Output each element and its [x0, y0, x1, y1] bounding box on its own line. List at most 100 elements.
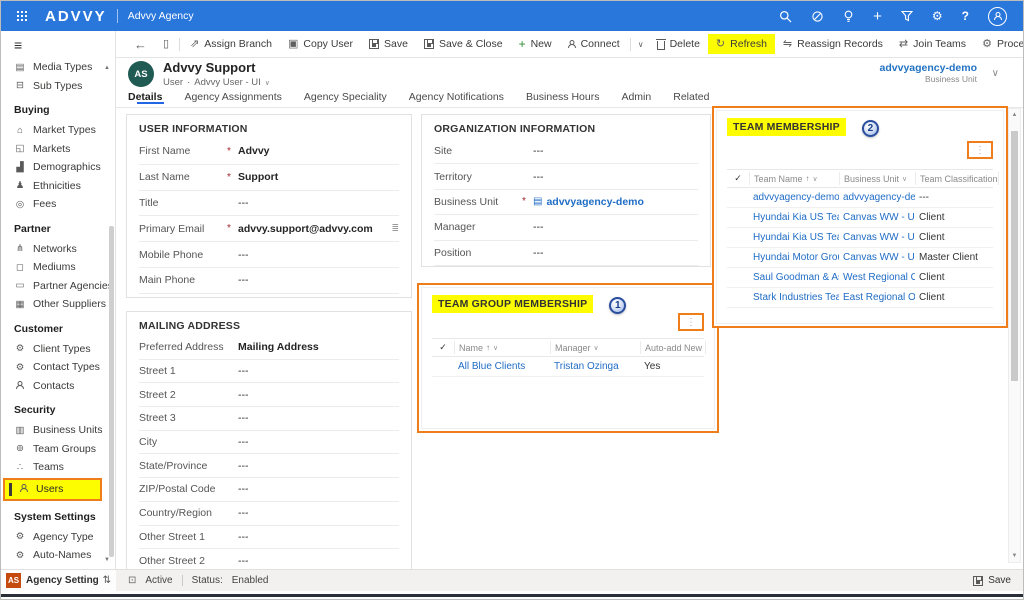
select-all-check-icon[interactable]: ✓ [727, 173, 749, 184]
tab-business-hours[interactable]: Business Hours [515, 91, 611, 103]
lightbulb-icon[interactable] [843, 10, 854, 23]
business-unit-link[interactable]: Canvas WW - US Eas [839, 252, 915, 263]
sidebar-item-contacts[interactable]: Contacts [1, 377, 115, 396]
header-collapse-chevron-icon[interactable]: ∨ [992, 68, 999, 79]
process-button[interactable]: ⚙Process∨ [974, 34, 1024, 54]
reassign-records-button[interactable]: ⇋Reassign Records [775, 34, 891, 54]
sidebar-scrollbar[interactable] [109, 226, 114, 557]
scrollbar-down-icon[interactable]: ▼ [1009, 553, 1020, 559]
column-header-business-unit[interactable]: Business Unit∨ [839, 172, 915, 185]
tab-agency-assignments[interactable]: Agency Assignments [173, 91, 292, 103]
section-title: USER INFORMATION [127, 115, 411, 139]
brand-logo[interactable]: ADVVY [45, 8, 107, 25]
table-row: All Blue Clients Tristan Ozinga Yes [432, 357, 704, 377]
hamburger-menu-icon[interactable]: ≡ [1, 31, 115, 58]
sub-types-icon: ⊟ [14, 81, 26, 91]
settings-gear-icon[interactable]: ⚙ [932, 10, 943, 22]
search-icon[interactable] [779, 10, 792, 23]
sidebar-item-team-groups[interactable]: ⊚Team Groups [1, 440, 115, 459]
area-switcher-updown-icon[interactable]: ⇅ [103, 575, 111, 586]
team-link[interactable]: Hyundai Kia US Team - E [749, 212, 839, 223]
team-link[interactable]: Saul Goodman & Associa [749, 272, 839, 283]
delete-button[interactable]: Delete [649, 34, 708, 54]
app-launcher-waffle-icon[interactable] [17, 11, 27, 21]
sidebar-item-agency-type[interactable]: ⚙Agency Type [1, 528, 115, 547]
business-unit-link[interactable]: advvyagency-demo [880, 62, 977, 74]
business-unit-link[interactable]: Canvas WW - US We [839, 232, 915, 243]
business-unit-link[interactable]: Canvas WW - US Eas [839, 212, 915, 223]
expand-icon[interactable]: ⊡ [128, 575, 136, 586]
sidebar-item-teams[interactable]: ∴Teams [1, 458, 115, 477]
sidebar-item-partner-agencies[interactable]: ▭Partner Agencies [1, 277, 115, 296]
tab-admin[interactable]: Admin [610, 91, 662, 103]
save-and-close-button[interactable]: Save & Close [416, 34, 511, 54]
business-unit-link[interactable]: West Regional Office [839, 272, 915, 283]
team-link[interactable]: Stark Industries Team [749, 292, 839, 303]
column-header-auto-add[interactable]: Auto-add New ...∨ [640, 341, 706, 354]
manager-link[interactable]: Tristan Ozinga [550, 361, 640, 372]
tab-details[interactable]: Details [128, 91, 173, 103]
scrollbar-up-icon[interactable]: ▲ [1009, 112, 1020, 118]
sidebar-item-networks[interactable]: ⋔Networks [1, 240, 115, 259]
new-button[interactable]: +New [511, 34, 560, 54]
connect-button[interactable]: Connect [560, 34, 628, 54]
team-link[interactable]: Hyundai Motor Group Te [749, 252, 839, 263]
sidebar-item-market-types[interactable]: ⌂Market Types [1, 121, 115, 140]
sidebar-item-sub-types[interactable]: ⊟Sub Types [1, 77, 115, 96]
quick-create-plus-icon[interactable]: + [873, 9, 882, 24]
sidebar-item-client-types[interactable]: ⚙Client Types [1, 340, 115, 359]
sidebar-item-fees[interactable]: ◎Fees [1, 195, 115, 214]
sidebar-scroll-down-icon[interactable]: ▼ [104, 557, 110, 563]
user-avatar[interactable] [988, 7, 1007, 26]
team-link[interactable]: Hyundai Kia US Team - W [749, 232, 839, 243]
column-header-team-classification[interactable]: Team Classification∨ [915, 172, 999, 185]
copy-user-button[interactable]: ▣Copy User [280, 34, 361, 54]
statusbar-save-button[interactable]: Save [973, 575, 1011, 586]
field-mobile-phone: Mobile Phone--- [139, 242, 399, 268]
help-icon[interactable]: ? [962, 10, 969, 22]
refresh-button[interactable]: ↻Refresh [708, 34, 775, 54]
form-selector[interactable]: Advvy User - UI [194, 77, 261, 88]
sidebar-scroll-up-icon[interactable]: ▲ [104, 65, 110, 71]
sidebar-item-contact-types[interactable]: ⚙Contact Types [1, 358, 115, 377]
save-button[interactable]: Save [361, 34, 416, 54]
select-all-check-icon[interactable]: ✓ [432, 342, 454, 353]
sidebar-item-demographics[interactable]: ▟Demographics [1, 158, 115, 177]
tab-related[interactable]: Related [662, 91, 720, 103]
back-button[interactable]: ← [126, 34, 155, 55]
form-selector-chevron-icon[interactable]: ∨ [265, 79, 270, 87]
filter-funnel-icon[interactable] [901, 10, 913, 22]
sidebar-item-media-types[interactable]: ▤Media Types [1, 58, 115, 77]
grid-overflow-icon[interactable]: ⋮ [975, 145, 985, 156]
sidebar-item-ethnicities[interactable]: ♟Ethnicities [1, 177, 115, 196]
team-group-link[interactable]: All Blue Clients [454, 361, 550, 372]
sidebar-item-business-units[interactable]: ▥Business Units [1, 421, 115, 440]
form-selector-button[interactable]: ▯ [155, 35, 177, 54]
sidebar-item-other-suppliers[interactable]: ▦Other Suppliers [1, 295, 115, 314]
field-country-region: Country/Region--- [139, 502, 399, 526]
tab-agency-notifications[interactable]: Agency Notifications [398, 91, 515, 103]
column-header-name[interactable]: Name↑∨ [454, 341, 550, 354]
area-switcher[interactable]: AS Agency Settings ⇅ [1, 569, 116, 591]
commandbar-divider [630, 38, 631, 51]
sidebar-item-auto-names[interactable]: ⚙Auto-Names [1, 546, 115, 565]
column-header-team-name[interactable]: Team Name↑∨ [749, 172, 839, 185]
column-header-manager[interactable]: Manager∨ [550, 341, 640, 354]
sidebar-item-mediums[interactable]: ◻Mediums [1, 258, 115, 277]
grid-overflow-icon[interactable]: ⋮ [686, 317, 696, 328]
sidebar-item-users-selected[interactable]: Users [3, 478, 102, 501]
slashed-circle-icon[interactable] [811, 10, 824, 23]
business-units-icon: ▥ [14, 426, 26, 436]
connect-dropdown-chevron-icon[interactable]: ∨ [633, 40, 649, 49]
join-teams-button[interactable]: ⇄Join Teams [891, 34, 974, 54]
assign-branch-button[interactable]: ⇗Assign Branch [182, 34, 280, 54]
team-link[interactable]: advvyagency-demo [749, 192, 839, 203]
business-unit-record-link[interactable]: advvyagency-demo [546, 196, 643, 208]
content-scrollbar[interactable]: ▲ ▼ [1008, 108, 1021, 563]
tab-agency-speciality[interactable]: Agency Speciality [293, 91, 398, 103]
sidebar-item-markets[interactable]: ◱Markets [1, 140, 115, 159]
scrollbar-thumb[interactable] [1011, 131, 1018, 381]
business-unit-link[interactable]: East Regional Office. [839, 292, 915, 303]
back-arrow-icon: ← [134, 38, 147, 51]
business-unit-link[interactable]: advvyagency-demo... [839, 192, 915, 203]
